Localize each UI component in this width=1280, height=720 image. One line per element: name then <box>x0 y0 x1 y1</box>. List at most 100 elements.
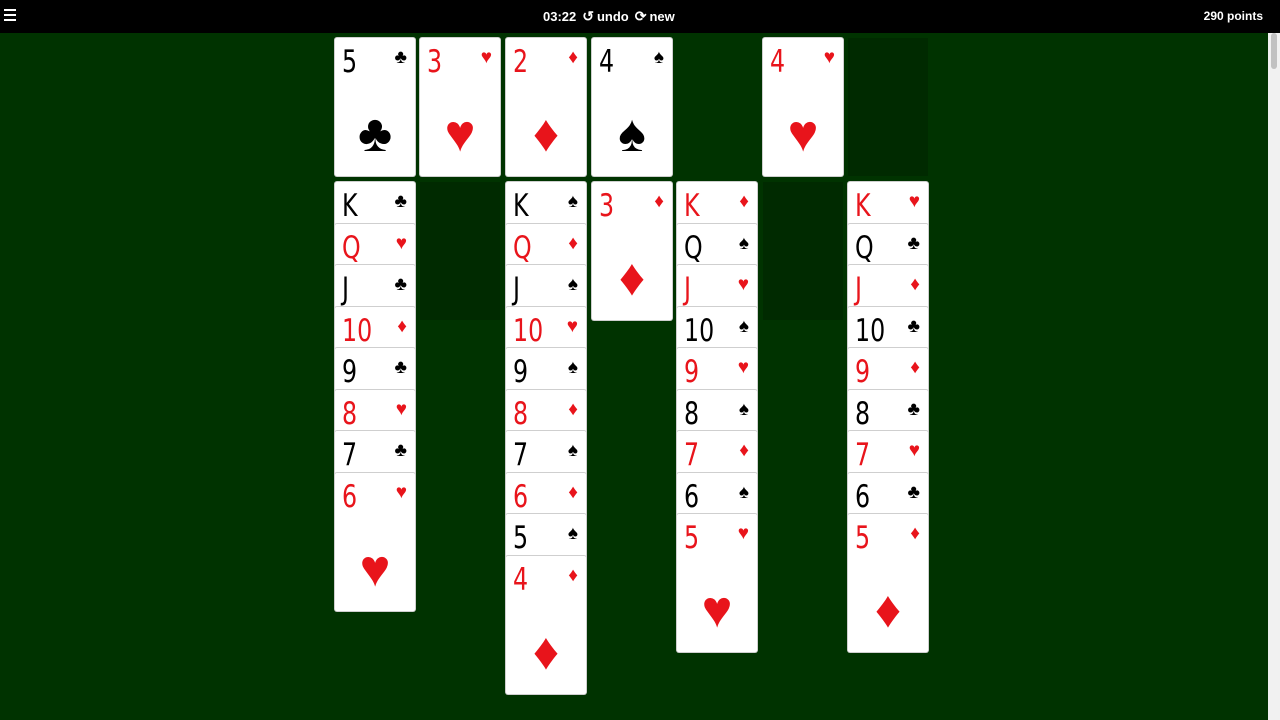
card-suit-icon: ♦ <box>568 47 578 68</box>
card-rank: J <box>513 271 520 307</box>
tableau-card[interactable]: 5 ♥ ♥ <box>677 514 757 652</box>
tableau-card[interactable]: 6 ♥ ♥ <box>335 472 415 611</box>
card-suit-icon: ♣ <box>907 315 920 337</box>
empty-foundation-slot[interactable] <box>848 38 928 176</box>
scrollbar[interactable] <box>1268 33 1280 720</box>
card-rank: 10 <box>513 312 544 349</box>
card-suit-icon: ♥ <box>737 274 749 295</box>
card-suit-icon: ♦ <box>910 274 920 295</box>
card-suit-icon: ♥ <box>737 357 749 378</box>
card-suit-icon: ♦ <box>654 191 664 212</box>
card-rank: 2 <box>513 44 529 80</box>
card-rank: K <box>342 188 358 224</box>
card-suit-icon: ♠ <box>653 47 664 68</box>
card-suit-icon: ♣ <box>907 398 920 420</box>
tableau-card[interactable]: 4 ♦ ♦ <box>506 555 586 694</box>
card-rank: 10 <box>342 312 373 349</box>
card-rank: 6 <box>855 478 871 515</box>
card-rank: 5 <box>855 520 871 556</box>
timer: 03:22 <box>543 9 577 24</box>
undo-button[interactable]: ↺ undo <box>582 8 629 25</box>
foundation-card[interactable]: 2 ♦ ♦ <box>506 38 586 176</box>
card-rank: 9 <box>855 354 871 390</box>
card-rank: 10 <box>855 312 886 349</box>
card-suit-icon: ♦ <box>910 523 920 544</box>
card-rank: J <box>855 271 862 307</box>
tableau-card[interactable]: 3 ♦ ♦ <box>592 182 672 320</box>
tableau-card[interactable]: 5 ♦ ♦ <box>848 514 928 652</box>
top-bar: 03:22 ↺ undo ⟳ new 290 points <box>0 0 1280 33</box>
card-center-suit-icon: ♦ <box>618 249 646 307</box>
card-suit-icon: ♣ <box>394 47 407 68</box>
card-rank: 9 <box>342 354 358 390</box>
undo-label: undo <box>596 9 629 24</box>
refresh-icon: ⟳ <box>634 8 647 24</box>
card-center-suit-icon: ♥ <box>787 105 819 163</box>
card-suit-icon: ♦ <box>568 564 578 586</box>
foundation-card[interactable]: 4 ♠ ♠ <box>592 38 672 176</box>
new-game-button[interactable]: ⟳ new <box>635 8 675 25</box>
card-center-suit-icon: ♥ <box>444 105 476 163</box>
card-rank: 8 <box>342 395 358 432</box>
card-suit-icon: ♦ <box>568 232 578 254</box>
card-suit-icon: ♠ <box>567 274 578 295</box>
card-suit-icon: ♠ <box>567 440 578 461</box>
card-rank: 8 <box>855 395 871 432</box>
card-suit-icon: ♥ <box>395 398 407 420</box>
undo-icon: ↺ <box>582 8 594 24</box>
foundation-card[interactable]: 4 ♥ ♥ <box>763 38 843 176</box>
card-suit-icon: ♠ <box>738 481 749 503</box>
card-center-suit-icon: ♥ <box>359 539 391 598</box>
card-rank: 3 <box>427 44 443 80</box>
card-suit-icon: ♣ <box>907 481 920 503</box>
menu-icon[interactable] <box>4 9 16 23</box>
card-suit-icon: ♣ <box>394 191 407 212</box>
card-suit-icon: ♣ <box>394 357 407 378</box>
card-rank: Q <box>342 229 361 266</box>
card-suit-icon: ♥ <box>480 47 492 68</box>
card-suit-icon: ♠ <box>738 398 749 420</box>
card-center-suit-icon: ♣ <box>357 105 393 163</box>
card-rank: 8 <box>513 395 529 432</box>
card-rank: 9 <box>684 354 700 390</box>
card-suit-icon: ♥ <box>908 440 920 461</box>
score: 290 points <box>1203 9 1263 23</box>
card-rank: 10 <box>684 312 715 349</box>
card-center-suit-icon: ♠ <box>618 105 646 163</box>
card-rank: Q <box>855 229 874 266</box>
card-suit-icon: ♠ <box>567 523 578 544</box>
card-suit-icon: ♦ <box>739 191 749 212</box>
card-rank: 5 <box>342 44 358 80</box>
card-suit-icon: ♥ <box>908 191 920 212</box>
card-rank: 4 <box>770 44 786 80</box>
card-rank: J <box>342 271 349 307</box>
card-suit-icon: ♥ <box>566 315 578 337</box>
empty-tableau-slot[interactable] <box>420 182 500 320</box>
card-suit-icon: ♦ <box>568 398 578 420</box>
card-suit-icon: ♣ <box>907 232 920 254</box>
card-suit-icon: ♣ <box>394 440 407 461</box>
card-suit-icon: ♦ <box>739 440 749 461</box>
card-rank: Q <box>684 229 703 266</box>
card-suit-icon: ♥ <box>737 523 749 544</box>
foundation-card[interactable]: 3 ♥ ♥ <box>420 38 500 176</box>
card-rank: 3 <box>599 188 615 224</box>
card-suit-icon: ♣ <box>394 274 407 295</box>
scrollbar-thumb[interactable] <box>1271 33 1277 69</box>
card-rank: 5 <box>684 520 700 556</box>
empty-tableau-slot[interactable] <box>763 182 843 320</box>
card-suit-icon: ♠ <box>567 357 578 378</box>
card-suit-icon: ♠ <box>567 191 578 212</box>
card-rank: 8 <box>684 395 700 432</box>
card-suit-icon: ♥ <box>395 481 407 503</box>
card-rank: 6 <box>684 478 700 515</box>
card-suit-icon: ♦ <box>910 357 920 378</box>
card-rank: 7 <box>513 437 529 473</box>
card-rank: 9 <box>513 354 529 390</box>
card-rank: Q <box>513 229 532 266</box>
card-center-suit-icon: ♦ <box>874 581 902 639</box>
card-center-suit-icon: ♦ <box>532 622 560 681</box>
card-suit-icon: ♠ <box>738 232 749 254</box>
foundation-card[interactable]: 5 ♣ ♣ <box>335 38 415 176</box>
game-controls: 03:22 ↺ undo ⟳ new <box>543 0 675 33</box>
